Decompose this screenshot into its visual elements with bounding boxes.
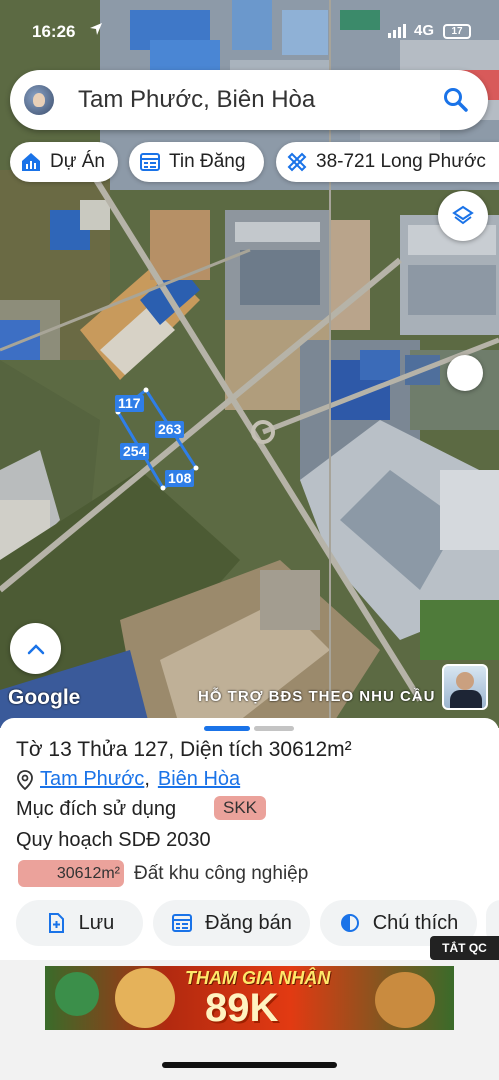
usage-label: Mục đích sử dụng xyxy=(16,798,177,820)
lot-edge-label: 117 xyxy=(115,395,144,412)
avatar[interactable] xyxy=(24,85,54,115)
planning-type: Đất khu công nghiệp xyxy=(134,863,309,884)
satellite-map[interactable]: 16:26 4G 17 Tam Phước, Biên Hòa Dự Án Ti… xyxy=(0,0,499,728)
sheet-handle[interactable] xyxy=(254,726,294,731)
planning-label: Quy hoạch SDĐ 2030 xyxy=(16,829,211,851)
chip-long-phuoc-label: 38-721 Long Phước xyxy=(316,151,486,172)
parcel-sheet[interactable]: Tờ 13 Thửa 127, Diện tích 30612m² Tam Ph… xyxy=(0,718,499,1080)
location-arrow-icon xyxy=(90,23,102,35)
post-sale-label: Đăng bán xyxy=(205,911,292,934)
location-dot-button[interactable] xyxy=(447,355,483,391)
chip-du-an-label: Dự Án xyxy=(50,151,105,172)
ward-link[interactable]: Tam Phước xyxy=(40,768,144,791)
ad-figure-god xyxy=(115,968,175,1028)
layers-icon xyxy=(452,205,474,225)
location-pin-icon xyxy=(17,769,33,790)
half-circle-icon xyxy=(340,914,359,932)
layers-button[interactable] xyxy=(438,191,488,241)
expand-up-button[interactable] xyxy=(10,623,61,674)
save-button[interactable]: Lưu xyxy=(16,900,143,946)
ad-banner-line2: 89K xyxy=(205,986,279,1030)
home-indicator[interactable] xyxy=(162,1062,337,1068)
chip-long-phuoc[interactable]: 38-721 Long Phước xyxy=(276,142,499,182)
ad-figure-left xyxy=(55,972,99,1016)
battery-indicator: 17 xyxy=(443,24,471,39)
search-bar[interactable]: Tam Phước, Biên Hòa xyxy=(10,70,488,130)
save-label: Lưu xyxy=(78,911,115,934)
ad-figure-right xyxy=(375,972,435,1028)
ruler-pencil-icon xyxy=(287,152,307,172)
city-link[interactable]: Biên Hòa xyxy=(158,768,240,791)
status-time: 16:26 xyxy=(32,22,76,41)
address-separator: , xyxy=(144,768,150,790)
parcel-address: Tam Phước , Biên Hòa xyxy=(16,768,240,791)
status-bar: 16:26 4G 17 xyxy=(0,20,499,46)
search-icon[interactable] xyxy=(442,86,470,114)
post-sale-button[interactable]: Đăng bán xyxy=(153,900,310,946)
usage-code-badge: SKK xyxy=(214,796,267,820)
chevron-up-icon xyxy=(27,643,44,654)
parcel-title: Tờ 13 Thửa 127, Diện tích 30612m² xyxy=(16,738,352,761)
ad-banner[interactable]: THAM GIA NHẬN 89K xyxy=(45,966,454,1030)
ad-thumbnail[interactable] xyxy=(442,664,488,710)
lot-edge-label: 254 xyxy=(120,443,150,460)
chip-tin-dang[interactable]: Tin Đăng xyxy=(129,142,264,182)
legend-label: Chú thích xyxy=(372,911,459,934)
lot-edge-label: 108 xyxy=(165,470,195,487)
chip-tin-dang-label: Tin Đăng xyxy=(169,151,246,172)
chip-du-an[interactable]: Dự Án xyxy=(10,142,118,182)
signal-icon xyxy=(388,24,406,38)
ad-caption[interactable]: HỖ TRỢ BĐS THEO NHU CẦU xyxy=(198,688,435,705)
planning-area-badge: 30612m² xyxy=(18,860,124,887)
add-document-icon xyxy=(48,913,64,933)
search-query[interactable]: Tam Phước, Biên Hòa xyxy=(78,86,315,114)
lot-edge-label: 263 xyxy=(155,421,185,438)
home-chart-icon xyxy=(22,153,40,171)
listing-icon xyxy=(140,153,160,171)
google-logo: Google xyxy=(8,686,81,709)
sheet-handle-active[interactable] xyxy=(204,726,250,731)
close-ads-button[interactable]: TẮT QC xyxy=(430,936,499,960)
network-type: 4G xyxy=(414,22,435,39)
calendar-list-icon xyxy=(172,914,193,932)
